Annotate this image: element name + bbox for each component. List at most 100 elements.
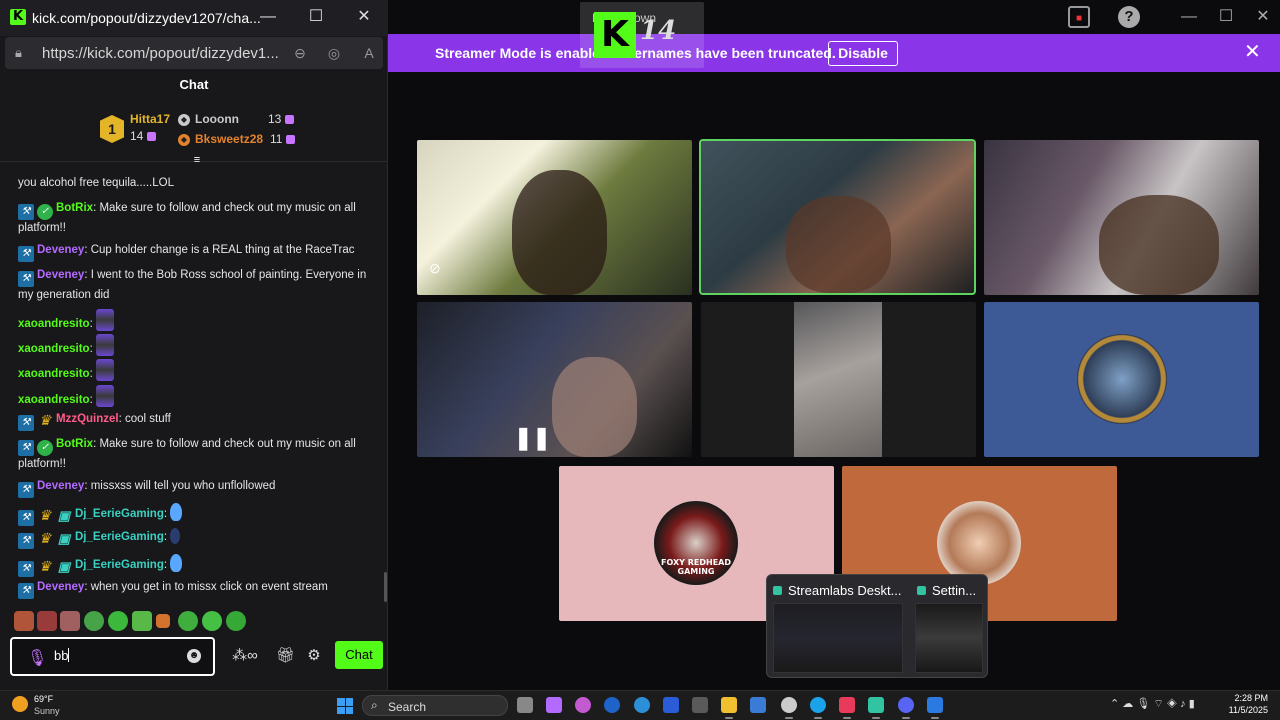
emote[interactable] xyxy=(226,611,246,631)
start-icon[interactable] xyxy=(337,698,353,714)
emote[interactable] xyxy=(108,611,128,631)
emote[interactable] xyxy=(202,611,222,631)
preview-thumbnail[interactable] xyxy=(773,603,903,673)
username[interactable]: Deveney xyxy=(37,244,84,256)
minimize-icon[interactable]: — xyxy=(1178,6,1200,28)
username[interactable]: xaoandresito xyxy=(18,318,90,330)
chat-message: ⚒ ♛ MzzQuinzel: cool stuff xyxy=(18,411,368,431)
app-icon[interactable] xyxy=(546,697,562,713)
emote[interactable] xyxy=(37,611,57,631)
username[interactable]: Deveney xyxy=(37,269,84,281)
participant xyxy=(794,302,882,457)
store-icon[interactable] xyxy=(692,697,708,713)
video-tile[interactable] xyxy=(701,302,976,457)
weather-desc[interactable]: Sunny xyxy=(34,706,60,716)
bronze-medal-icon: ◆ xyxy=(178,134,190,146)
username[interactable]: Deveney xyxy=(37,581,84,593)
chat-input-text[interactable]: bb xyxy=(54,648,70,663)
silver-medal-icon: ◆ xyxy=(178,114,190,126)
emote[interactable] xyxy=(132,611,152,631)
discord-icon[interactable] xyxy=(898,697,914,719)
preview-title[interactable]: Settin... xyxy=(917,583,976,598)
preview-thumbnail[interactable] xyxy=(915,603,983,673)
emote[interactable] xyxy=(178,611,198,631)
edge-icon[interactable] xyxy=(810,697,826,719)
task-view-icon[interactable] xyxy=(517,697,533,713)
weather-temp[interactable]: 69°F xyxy=(34,694,53,704)
chat-send-button[interactable]: Chat xyxy=(335,641,383,669)
close-icon[interactable]: ✕ xyxy=(352,6,376,28)
zoom-icon[interactable]: ⊖ xyxy=(291,44,309,62)
zoom-icon[interactable] xyxy=(663,697,679,713)
emote[interactable] xyxy=(14,611,34,631)
read-aloud-icon[interactable]: A xyxy=(360,44,378,62)
steam-icon[interactable] xyxy=(781,697,797,719)
username[interactable]: xaoandresito xyxy=(18,343,90,355)
username[interactable]: BotRix xyxy=(56,438,93,450)
app-icon[interactable] xyxy=(750,697,766,713)
edge-dev-icon[interactable] xyxy=(634,697,650,713)
maximize-icon[interactable]: ☐ xyxy=(1215,6,1237,28)
video-tile[interactable] xyxy=(984,140,1259,295)
emote[interactable] xyxy=(60,611,80,631)
leader-name[interactable]: Looonn xyxy=(195,112,239,126)
moderator-badge-icon: ⚒ xyxy=(18,246,34,262)
copilot-icon[interactable] xyxy=(575,697,591,713)
leader-name[interactable]: Hitta17 xyxy=(130,112,170,126)
file-explorer-icon[interactable] xyxy=(721,697,737,719)
hp-icon[interactable] xyxy=(604,697,620,713)
eye-slash-icon[interactable]: ◎ xyxy=(325,44,343,62)
mic-icon[interactable]: 🎙︎ xyxy=(27,648,47,667)
settings-icon[interactable]: ⚙ xyxy=(305,646,323,666)
emoji-icon[interactable]: ☻ xyxy=(187,649,201,663)
bubbles-icon[interactable]: ⁂∞ xyxy=(226,646,264,666)
username[interactable]: Dj_EerieGaming xyxy=(75,559,164,571)
chat-message: ⚒ Deveney: I went to the Bob Ross school … xyxy=(18,269,367,301)
disable-button[interactable]: Disable xyxy=(828,41,898,66)
gift-icon xyxy=(286,135,296,145)
video-tile[interactable]: ❚❚ xyxy=(417,302,692,457)
help-icon[interactable]: ? xyxy=(1118,6,1140,28)
streamlabs-icon[interactable] xyxy=(868,697,884,719)
chat-message: ⚒ ♛ ▣ Dj_EerieGaming: xyxy=(18,554,368,577)
search-placeholder: Search xyxy=(388,700,427,714)
map-pin-icon[interactable] xyxy=(839,697,855,719)
username[interactable]: xaoandresito xyxy=(18,394,90,406)
username[interactable]: Deveney xyxy=(37,480,84,492)
video-tile[interactable] xyxy=(984,302,1259,457)
url-text[interactable]: https://kick.com/popout/dizzydev1... xyxy=(42,45,287,62)
username[interactable]: xaoandresito xyxy=(18,368,90,380)
clock-date[interactable]: 11/5/2025 xyxy=(1222,705,1268,715)
taskbar-preview-popup: Streamlabs Deskt... Settin... xyxy=(766,574,988,678)
taskbar-search[interactable]: ⌕ Search xyxy=(362,695,508,716)
preview-title[interactable]: Streamlabs Deskt... xyxy=(773,583,901,598)
gift-icon[interactable]: 🎁︎ xyxy=(276,646,295,666)
app-icon[interactable] xyxy=(927,697,943,719)
username[interactable]: BotRix xyxy=(56,202,93,214)
minimize-icon[interactable]: — xyxy=(256,6,280,28)
emote xyxy=(95,359,114,381)
chat-message: xaoandresito: xyxy=(18,309,368,333)
chat-input[interactable]: 🎙︎ bb ☻ xyxy=(10,637,215,676)
lock-icon[interactable]: 🔒︎ xyxy=(15,45,27,60)
username[interactable]: Dj_EerieGaming xyxy=(75,508,164,520)
weather-icon[interactable] xyxy=(12,696,28,712)
close-icon[interactable]: ✕ xyxy=(1252,6,1274,28)
crown-badge-icon: ♛ xyxy=(38,507,52,523)
video-tile-active[interactable] xyxy=(699,139,976,295)
maximize-icon[interactable]: ☐ xyxy=(304,6,328,28)
chat-message: xaoandresito: xyxy=(18,334,368,358)
leader-name[interactable]: Bksweetz28 xyxy=(195,132,263,146)
username[interactable]: MzzQuinzel xyxy=(56,413,119,425)
emote[interactable] xyxy=(156,614,170,628)
emote[interactable] xyxy=(84,611,104,631)
video-tile[interactable]: ⊘ xyxy=(417,140,692,295)
clock-time[interactable]: 2:28 PM xyxy=(1228,693,1268,703)
system-tray[interactable]: ⌃ ☁ 🎙︎ ⌔ ◈ ♪ ▮ xyxy=(1110,697,1195,711)
address-bar[interactable]: 🔒︎ https://kick.com/popout/dizzydev1... … xyxy=(5,37,383,69)
camera-icon[interactable]: ■ xyxy=(1068,6,1090,28)
username[interactable]: Dj_EerieGaming xyxy=(75,531,164,543)
overlay-tab-preview[interactable]: MuttaBrown K 14 xyxy=(580,2,704,68)
scrollbar-thumb[interactable] xyxy=(384,572,387,602)
close-icon[interactable]: ✕ xyxy=(1244,42,1261,62)
